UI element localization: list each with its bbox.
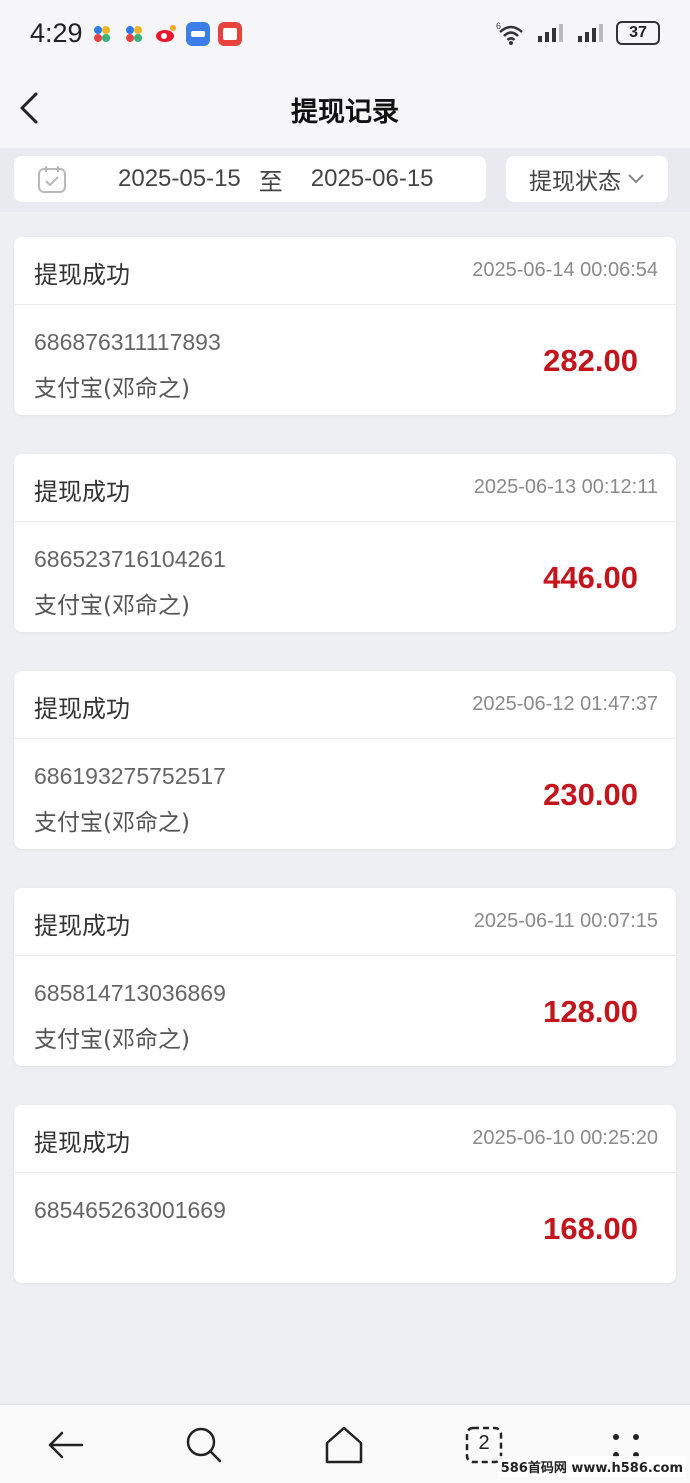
tabs-count: 2 (478, 1432, 490, 1454)
withdrawal-list[interactable]: 提现成功 2025-06-15 06:15:15 687320731770949… (0, 212, 690, 1404)
record-time: 2025-06-12 01:47:37 (472, 693, 658, 715)
record-amount: 128.00 (543, 994, 638, 1029)
date-range-picker[interactable]: 2025-05-15 至 2025-06-15 (14, 156, 486, 202)
record-amount: 168.00 (543, 1211, 638, 1246)
wifi-icon: 6 (496, 21, 523, 45)
record-amount: 446.00 (543, 560, 638, 595)
status-time: 4:29 (30, 18, 83, 48)
blue-app-icon (186, 22, 210, 46)
record-account: 支付宝(邓命之) (34, 593, 190, 619)
record-time: 2025-06-14 00:06:54 (472, 259, 658, 281)
colorful-app-icon (94, 26, 110, 42)
system-status-bar: 4:29 6 37 (0, 0, 690, 68)
record-account: 支付宝(邓命之) (34, 810, 190, 836)
record-order-number: 685814713036869 (34, 980, 226, 1006)
weibo-icon (156, 25, 176, 42)
record-body: 686523716104261 支付宝(邓命之) 446.00 (14, 522, 676, 632)
record-order-number: 686193275752517 (34, 763, 226, 789)
record-header: 提现成功 2025-06-14 00:06:54 (14, 237, 676, 305)
record-card[interactable]: 提现成功 2025-06-11 00:07:15 685814713036869… (14, 888, 676, 1066)
record-account: 支付宝(邓命之) (34, 1027, 190, 1053)
record-time: 2025-06-10 00:25:20 (472, 1127, 658, 1149)
browser-bottom-nav: 2 586首码网 www.h586.com (0, 1404, 690, 1483)
signal-icon (578, 24, 603, 42)
record-body: 685465263001669 168.00 (14, 1173, 676, 1283)
app-header: 提现记录 (0, 68, 690, 148)
filter-bar: 2025-05-15 至 2025-06-15 提现状态 (0, 148, 690, 212)
record-order-number: 686523716104261 (34, 546, 226, 572)
record-status: 提现成功 (34, 261, 130, 289)
notification-icons (90, 22, 242, 46)
search-icon[interactable] (182, 1423, 226, 1467)
status-filter-dropdown[interactable]: 提现状态 (506, 156, 668, 202)
record-card[interactable]: 提现成功 2025-06-13 00:12:11 686523716104261… (14, 454, 676, 632)
record-time: 2025-06-11 00:07:15 (473, 910, 658, 932)
record-header: 提现成功 2025-06-10 00:25:20 (14, 1105, 676, 1173)
record-header: 提现成功 2025-06-12 01:47:37 (14, 671, 676, 739)
record-amount: 230.00 (543, 777, 638, 812)
colorful-app-icon (126, 26, 142, 42)
site-watermark: 586首码网 www.h586.com (497, 1456, 686, 1477)
record-order-number: 685465263001669 (34, 1197, 226, 1223)
home-icon[interactable] (322, 1423, 366, 1467)
record-card[interactable]: 提现成功 2025-06-10 00:25:20 685465263001669… (14, 1105, 676, 1283)
end-date[interactable]: 2025-06-15 (311, 165, 434, 193)
record-time: 2025-06-13 00:12:11 (473, 476, 658, 498)
page-title: 提现记录 (291, 97, 399, 128)
record-card[interactable]: 提现成功 2025-06-14 00:06:54 686876311117893… (14, 237, 676, 415)
signal-icon (538, 24, 563, 42)
record-body: 685814713036869 支付宝(邓命之) 128.00 (14, 956, 676, 1066)
record-header: 提现成功 2025-06-13 00:12:11 (14, 454, 676, 522)
record-order-number: 686876311117893 (34, 329, 221, 355)
record-amount: 282.00 (543, 343, 638, 378)
status-filter-label: 提现状态 (529, 169, 621, 195)
record-body: 686876311117893 支付宝(邓命之) 282.00 (14, 305, 676, 415)
svg-text:6: 6 (496, 21, 501, 31)
record-account: 支付宝(邓命之) (34, 376, 190, 402)
calendar-icon (38, 166, 66, 193)
record-header: 提现成功 2025-06-11 00:07:15 (14, 888, 676, 956)
date-separator: 至 (258, 167, 283, 196)
start-date[interactable]: 2025-05-15 (118, 165, 241, 193)
battery-indicator: 37 (616, 21, 660, 45)
chevron-down-icon (628, 174, 644, 184)
back-arrow-icon[interactable] (44, 1423, 88, 1467)
record-body: 686193275752517 支付宝(邓命之) 230.00 (14, 739, 676, 849)
record-status: 提现成功 (34, 478, 130, 506)
record-status: 提现成功 (34, 695, 130, 723)
record-status: 提现成功 (34, 1129, 130, 1157)
record-status: 提现成功 (34, 912, 130, 940)
record-card[interactable]: 提现成功 2025-06-12 01:47:37 686193275752517… (14, 671, 676, 849)
status-indicators: 6 37 (496, 20, 660, 46)
red-app-icon (218, 22, 242, 46)
